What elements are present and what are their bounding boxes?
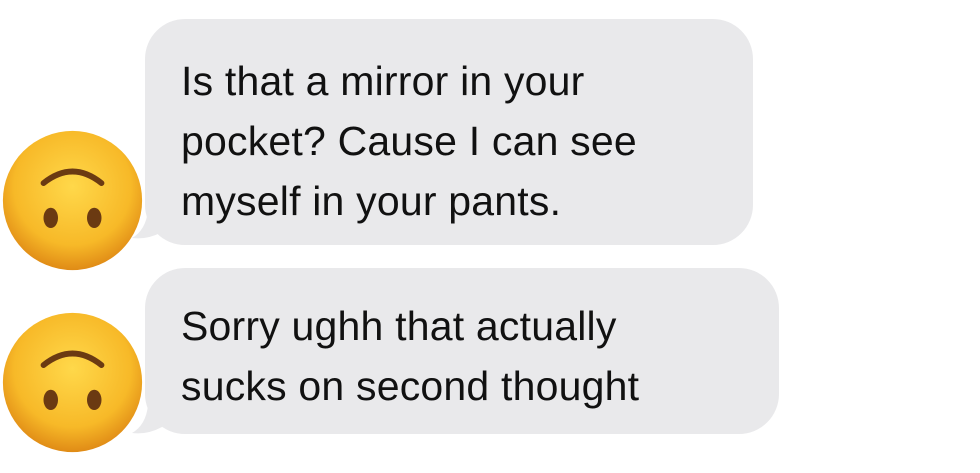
- message-text-line: pocket? Cause I can see: [181, 118, 637, 164]
- upside-down-face-icon[interactable]: [0, 128, 145, 273]
- message-text-line: Is that a mirror in your: [181, 58, 585, 104]
- message-row: Sorry ughh that actually sucks on second…: [0, 260, 980, 473]
- message-bubble[interactable]: Is that a mirror in your pocket? Cause I…: [145, 19, 753, 245]
- message-text-line: sucks on second thought: [181, 363, 640, 409]
- message-text-line: Sorry ughh that actually: [181, 303, 617, 349]
- message-text-line: myself in your pants.: [181, 178, 562, 224]
- message-bubble[interactable]: Sorry ughh that actually sucks on second…: [145, 268, 779, 434]
- upside-down-face-icon[interactable]: [0, 310, 145, 455]
- message-row: Is that a mirror in your pocket? Cause I…: [0, 0, 980, 271]
- message-thread: Is that a mirror in your pocket? Cause I…: [0, 0, 980, 473]
